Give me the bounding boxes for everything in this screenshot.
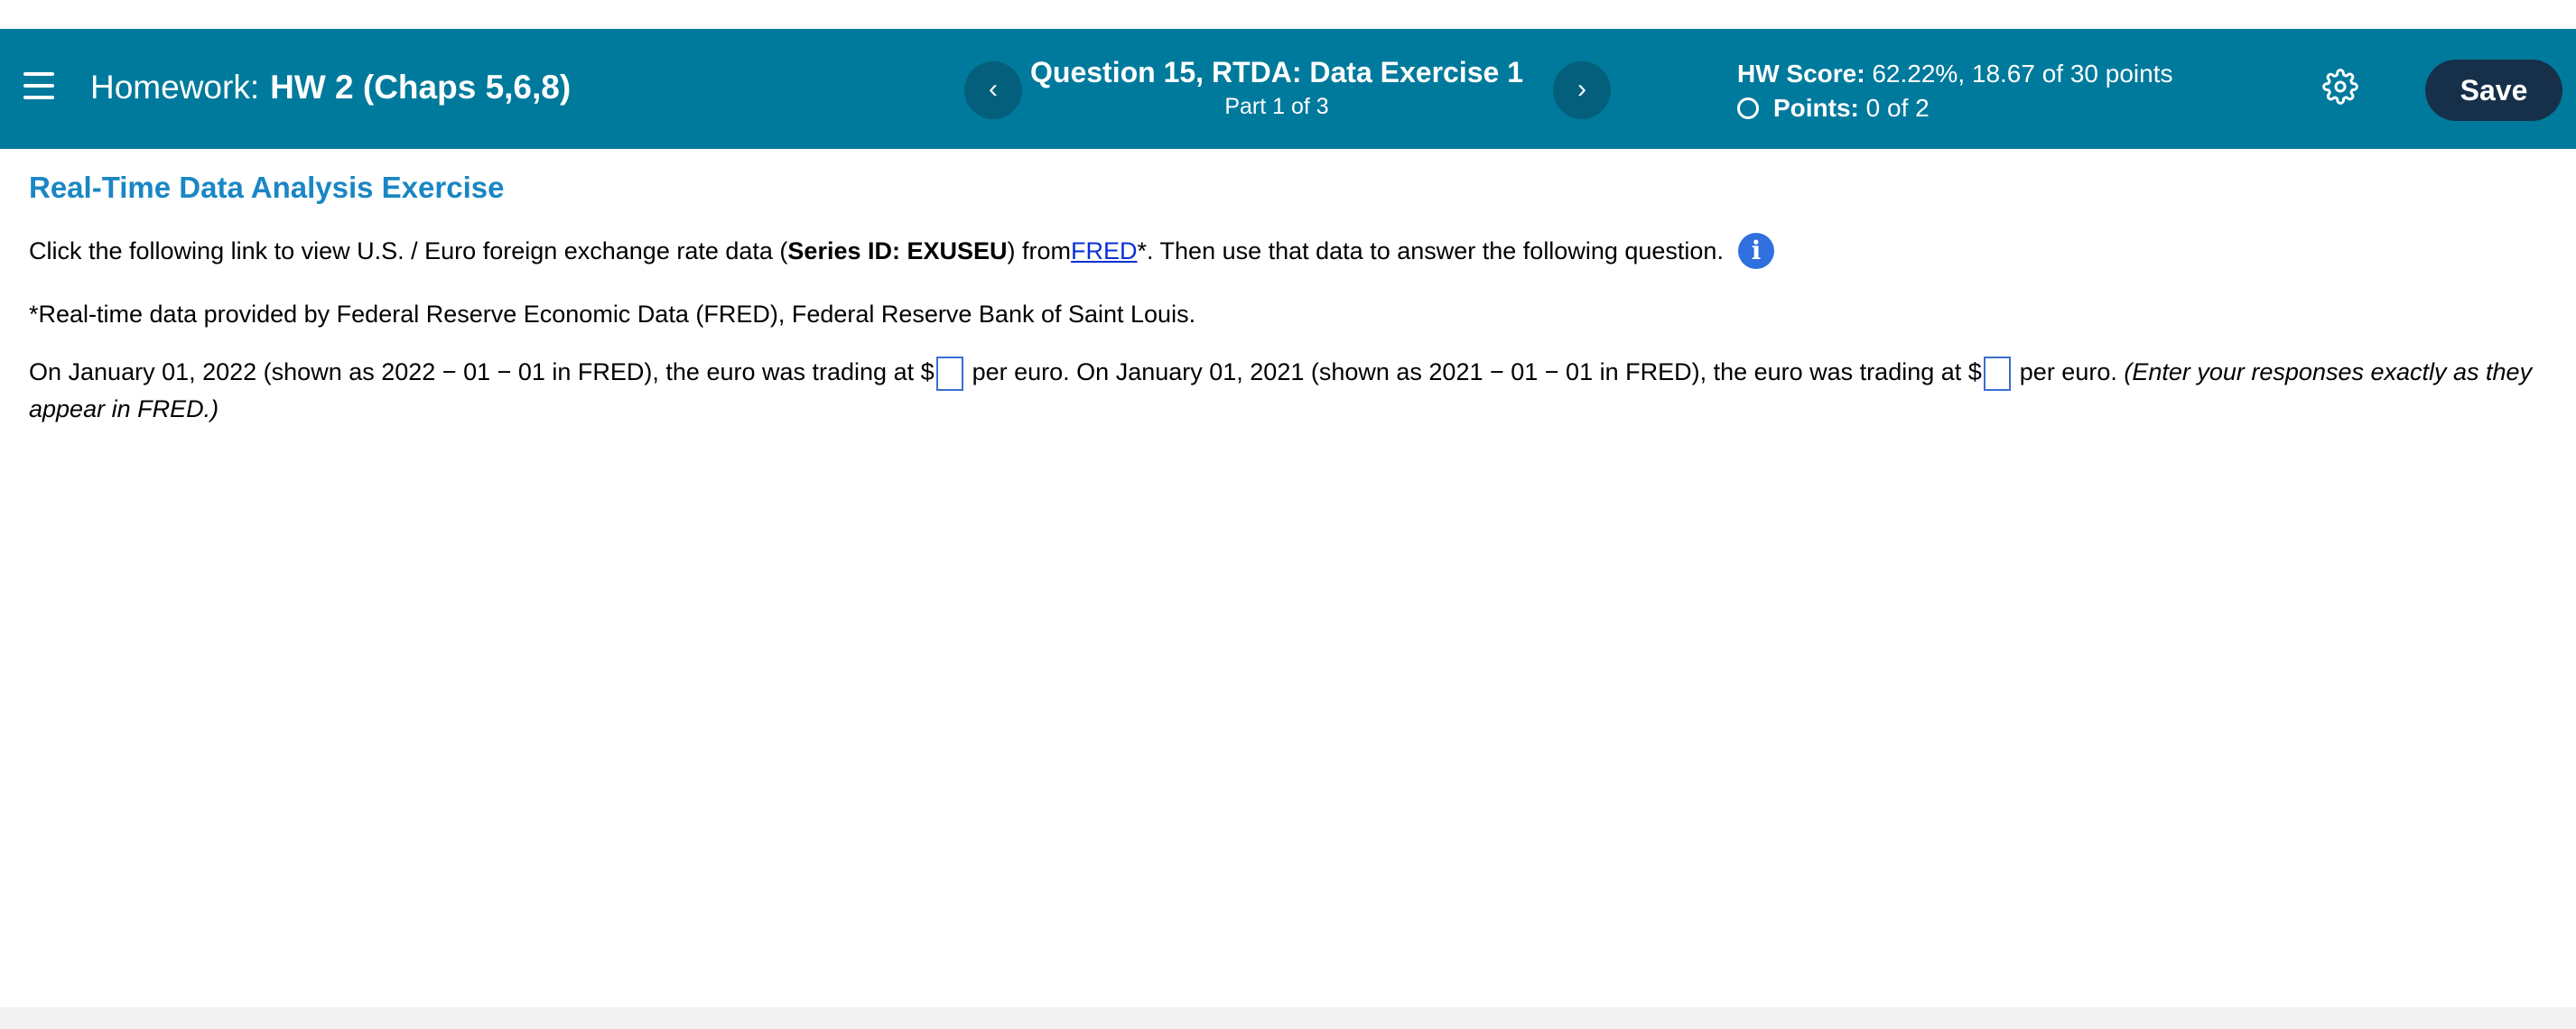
circle-status-icon [1737, 97, 1759, 119]
instructions-text-before: Click the following link to view U.S. / … [29, 237, 788, 264]
top-header: Homework: HW 2 (Chaps 5,6,8) ‹ Question 1… [0, 29, 2576, 149]
question-text-3: per euro. [2019, 358, 2125, 385]
question-title: Question 15, RTDA: Data Exercise 1 [1030, 56, 1523, 88]
chevron-right-icon: › [1577, 74, 1586, 104]
instructions-paragraph: Click the following link to view U.S. / … [29, 233, 1774, 269]
info-icon[interactable]: i [1737, 233, 1774, 269]
points-status: Points: 0 of 2 [1737, 92, 1930, 125]
homework-label: Homework: [90, 69, 260, 106]
next-question-button[interactable]: › [1553, 61, 1611, 119]
series-id: Series ID: EXUSEU [787, 237, 1008, 264]
data-source-note: *Real-time data provided by Federal Rese… [29, 301, 1196, 328]
menu-icon[interactable] [23, 72, 54, 99]
points-label: Points: [1773, 94, 1859, 122]
points-value: 0 of 2 [1865, 94, 1930, 122]
top-gap [0, 0, 2576, 29]
gear-icon[interactable] [2322, 69, 2358, 105]
fred-link[interactable]: FRED [1071, 233, 1138, 269]
question-text-1: On January 01, 2022 (shown as 2022 − 01 … [29, 358, 935, 385]
hw-score-value: 62.22%, 18.67 of 30 points [1872, 60, 2173, 88]
homework-title: Homework: HW 2 (Chaps 5,6,8) [90, 67, 571, 108]
question-paragraph: On January 01, 2022 (shown as 2022 − 01 … [29, 354, 2557, 427]
answer-input-2022[interactable] [935, 356, 963, 391]
save-button[interactable]: Save [2425, 60, 2562, 121]
instructions-text-from: ) from [1007, 237, 1072, 264]
homework-name: HW 2 (Chaps 5,6,8) [270, 69, 572, 106]
hw-score: HW Score: 62.22%, 18.67 of 30 points [1737, 58, 2173, 90]
question-part: Part 1 of 3 [1224, 94, 1329, 119]
footer-bar [0, 1007, 2576, 1029]
section-title: Real-Time Data Analysis Exercise [29, 171, 505, 204]
hw-score-label: HW Score: [1737, 60, 1865, 88]
instructions-text-after: *. Then use that data to answer the foll… [1137, 237, 1724, 264]
question-text-2: per euro. On January 01, 2021 (shown as … [972, 358, 1982, 385]
answer-input-2021[interactable] [1983, 356, 2011, 391]
